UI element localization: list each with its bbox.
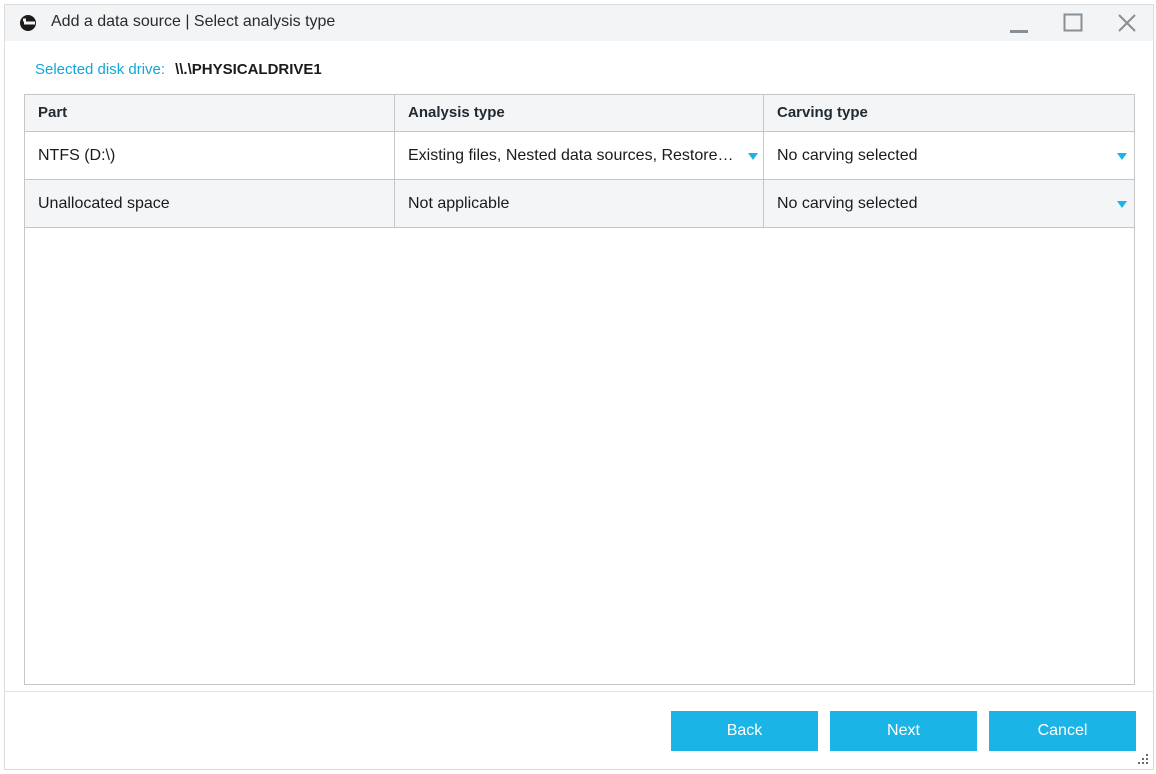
table-row[interactable]: NTFS (D:\) Existing files, Nested data s… [25, 132, 1134, 180]
part-cell: NTFS (D:\) [38, 147, 116, 164]
cancel-button[interactable]: Cancel [989, 711, 1136, 751]
close-icon [1118, 14, 1136, 32]
footer-divider [5, 691, 1153, 692]
maximize-button[interactable] [1055, 9, 1091, 37]
table-header: Part Analysis type Carving type [25, 95, 1134, 132]
analysis-type-cell: Not applicable [394, 180, 763, 227]
analysis-type-value: Existing files, Nested data sources, Res… [408, 147, 734, 164]
next-button[interactable]: Next [830, 711, 977, 751]
selected-disk-value: \\.\PHYSICALDRIVE1 [175, 61, 322, 78]
header-carving-type[interactable]: Carving type [763, 95, 1133, 131]
selected-disk-label: Selected disk drive: [35, 61, 166, 78]
dropdown-arrow-icon [748, 153, 758, 160]
analysis-type-dropdown[interactable]: Existing files, Nested data sources, Res… [394, 132, 763, 179]
selected-disk-drive: Selected disk drive: \\.\PHYSICALDRIVE1 [35, 61, 322, 78]
dropdown-arrow-icon [1117, 153, 1127, 160]
dropdown-arrow-icon [1117, 201, 1127, 208]
dialog-window: Add a data source | Select analysis type… [4, 4, 1154, 770]
minimize-icon [1010, 30, 1028, 33]
window-title: Add a data source | Select analysis type [51, 13, 336, 30]
minimize-button[interactable] [1001, 9, 1037, 37]
resize-grip-icon[interactable] [1137, 753, 1149, 765]
back-button[interactable]: Back [671, 711, 818, 751]
carving-type-value: No carving selected [777, 147, 918, 164]
part-cell: Unallocated space [38, 195, 170, 212]
header-part[interactable]: Part [25, 95, 394, 131]
carving-type-dropdown[interactable]: No carving selected [763, 132, 1133, 179]
carving-type-dropdown[interactable]: No carving selected [763, 180, 1133, 227]
maximize-icon [1063, 13, 1083, 32]
header-analysis-type[interactable]: Analysis type [394, 95, 763, 131]
title-bar[interactable]: Add a data source | Select analysis type [5, 5, 1153, 41]
close-button[interactable] [1109, 9, 1145, 37]
carving-type-value: No carving selected [777, 195, 918, 212]
partition-table: Part Analysis type Carving type NTFS (D:… [24, 94, 1135, 685]
analysis-type-value: Not applicable [408, 195, 510, 212]
table-row[interactable]: Unallocated space Not applicable No carv… [25, 180, 1134, 228]
app-logo-icon [20, 15, 36, 31]
